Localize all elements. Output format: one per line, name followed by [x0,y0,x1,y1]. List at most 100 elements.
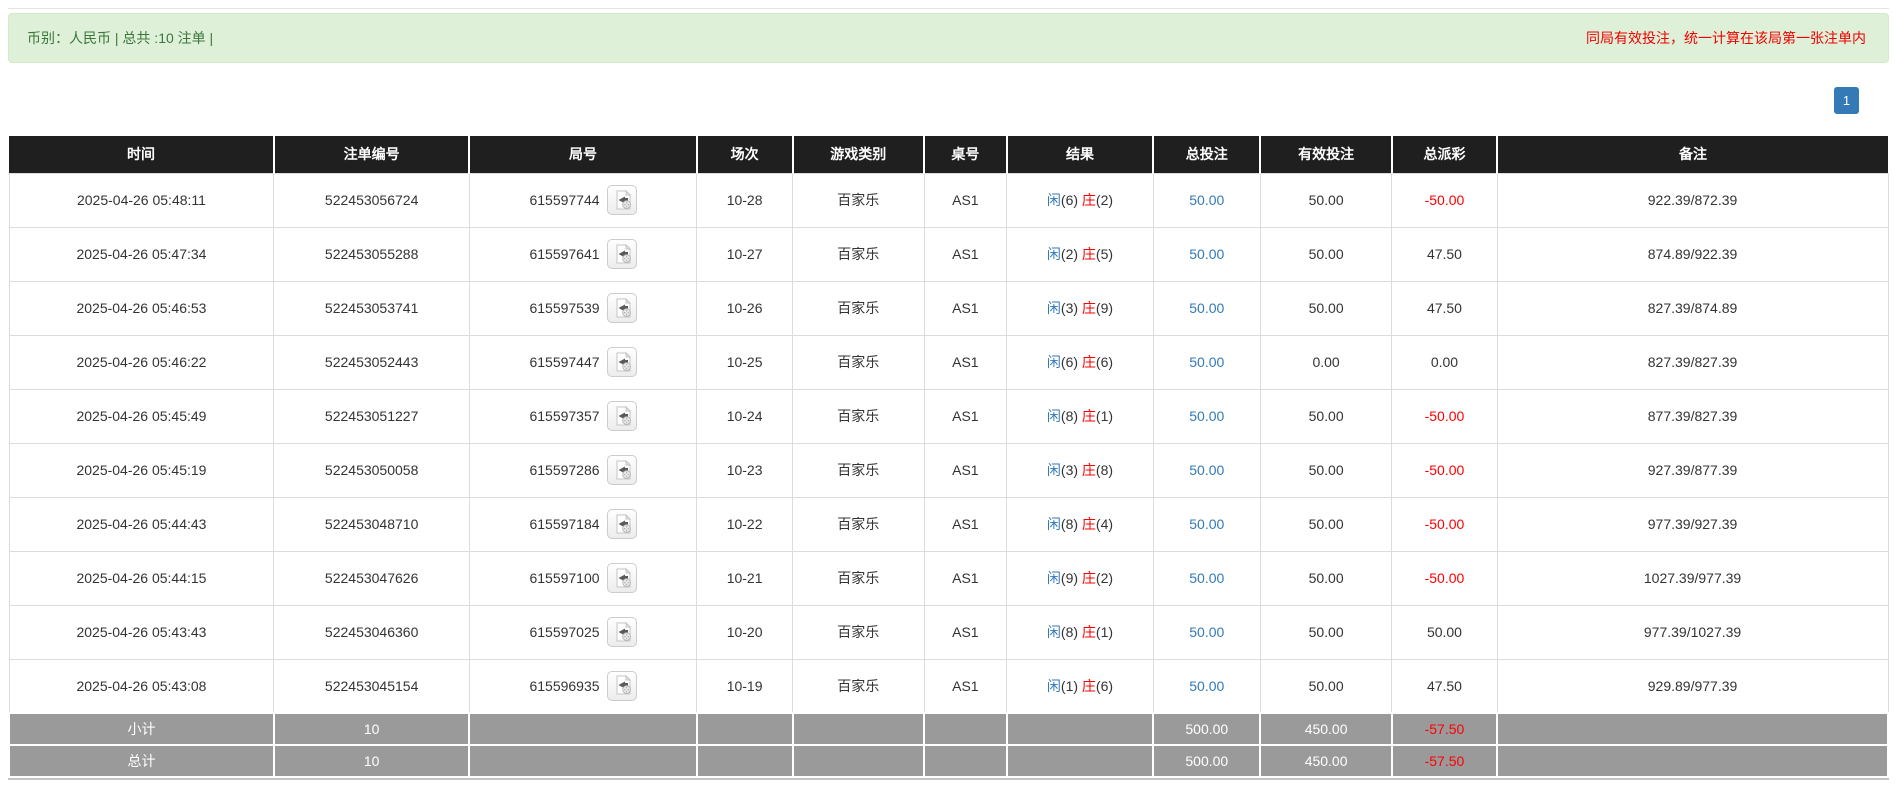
video-replay-icon [613,244,633,264]
cell-result: 闲(3) 庄(9) [1007,281,1154,335]
col-result: 结果 [1007,136,1154,173]
round-number: 615597539 [529,300,599,316]
cell-game-type: 百家乐 [793,497,925,551]
cell-game-type: 百家乐 [793,389,925,443]
total-bet-link[interactable]: 50.00 [1189,678,1224,694]
cell-valid-bet: 50.00 [1260,659,1392,713]
cell-table-no: AS1 [924,605,1007,659]
video-replay-button[interactable] [607,671,637,701]
video-replay-button[interactable] [607,617,637,647]
cell-payout: -50.00 [1392,389,1497,443]
round-number: 615596935 [529,678,599,694]
video-replay-button[interactable] [607,239,637,269]
cell-result: 闲(6) 庄(2) [1007,173,1154,227]
col-round-no: 局号 [469,136,696,173]
cell-remark: 827.39/874.89 [1497,281,1888,335]
pagination-page-1[interactable]: 1 [1834,87,1859,114]
cell-game-type: 百家乐 [793,173,925,227]
table-row: 2025-04-26 05:43:08 522453045154 6155969… [9,659,1888,713]
cell-valid-bet: 0.00 [1260,335,1392,389]
round-number: 615597286 [529,462,599,478]
cell-round-no: 615597744 [469,173,696,227]
empty-cell [469,713,696,745]
cell-result: 闲(6) 庄(6) [1007,335,1154,389]
total-bet-link[interactable]: 50.00 [1189,624,1224,640]
total-row: 总计 10 500.00 450.00 -57.50 [9,745,1888,777]
cell-bet-no: 522453046360 [274,605,469,659]
video-replay-button[interactable] [607,293,637,323]
banker-label: 庄 [1082,354,1096,370]
cell-total-bet: 50.00 [1153,227,1260,281]
banker-score: (5) [1096,246,1113,262]
subtotal-label: 小计 [9,713,274,745]
total-bet-link[interactable]: 50.00 [1189,408,1224,424]
cell-bet-no: 522453047626 [274,551,469,605]
total-bet-link[interactable]: 50.00 [1189,570,1224,586]
cell-result: 闲(8) 庄(1) [1007,605,1154,659]
cell-total-bet: 50.00 [1153,551,1260,605]
total-bet-link[interactable]: 50.00 [1189,300,1224,316]
cell-total-bet: 50.00 [1153,497,1260,551]
video-replay-icon [613,514,633,534]
cell-game-type: 百家乐 [793,281,925,335]
cell-session: 10-19 [697,659,793,713]
video-replay-button[interactable] [607,185,637,215]
col-session: 场次 [697,136,793,173]
table-row: 2025-04-26 05:46:22 522453052443 6155974… [9,335,1888,389]
cell-valid-bet: 50.00 [1260,281,1392,335]
total-count: 10 [274,745,469,777]
cell-table-no: AS1 [924,497,1007,551]
cell-result: 闲(8) 庄(4) [1007,497,1154,551]
video-replay-icon [613,352,633,372]
total-bet-link[interactable]: 50.00 [1189,246,1224,262]
video-replay-button[interactable] [607,347,637,377]
cell-total-bet: 50.00 [1153,659,1260,713]
cell-remark: 977.39/1027.39 [1497,605,1888,659]
total-bet-link[interactable]: 50.00 [1189,192,1224,208]
cell-remark: 929.89/977.39 [1497,659,1888,713]
cell-session: 10-26 [697,281,793,335]
video-replay-button[interactable] [607,509,637,539]
cell-bet-no: 522453051227 [274,389,469,443]
cell-time: 2025-04-26 05:46:22 [9,335,274,389]
total-bet-link[interactable]: 50.00 [1189,516,1224,532]
empty-cell [469,745,696,777]
cell-bet-no: 522453055288 [274,227,469,281]
cell-time: 2025-04-26 05:46:53 [9,281,274,335]
cell-round-no: 615597357 [469,389,696,443]
banker-label: 庄 [1082,516,1096,532]
cell-remark: 977.39/927.39 [1497,497,1888,551]
player-label: 闲 [1047,300,1061,316]
video-replay-icon [613,460,633,480]
cell-payout: 47.50 [1392,281,1497,335]
banker-label: 庄 [1082,678,1096,694]
cell-session: 10-21 [697,551,793,605]
banker-score: (1) [1096,624,1113,640]
table-header-row: 时间 注单编号 局号 场次 游戏类别 桌号 结果 总投注 有效投注 总派彩 备注 [9,136,1888,173]
player-label: 闲 [1047,192,1061,208]
col-table-no: 桌号 [924,136,1007,173]
cell-time: 2025-04-26 05:44:43 [9,497,274,551]
cell-time: 2025-04-26 05:45:19 [9,443,274,497]
player-label: 闲 [1047,408,1061,424]
total-bet-link[interactable]: 50.00 [1189,354,1224,370]
total-bet-link[interactable]: 50.00 [1189,462,1224,478]
empty-cell [697,745,793,777]
cell-game-type: 百家乐 [793,227,925,281]
currency-summary-text: 币别：人民币 | 总共 :10 注单 | [27,28,213,48]
player-score: (9) [1061,570,1078,586]
round-number: 615597025 [529,624,599,640]
cell-round-no: 615597286 [469,443,696,497]
video-replay-button[interactable] [607,455,637,485]
cell-session: 10-22 [697,497,793,551]
cell-remark: 922.39/872.39 [1497,173,1888,227]
banker-score: (2) [1096,192,1113,208]
cell-game-type: 百家乐 [793,659,925,713]
video-replay-icon [613,675,633,695]
video-replay-button[interactable] [607,563,637,593]
table-row: 2025-04-26 05:45:19 522453050058 6155972… [9,443,1888,497]
banker-score: (9) [1096,300,1113,316]
empty-cell [1007,745,1154,777]
video-replay-button[interactable] [607,401,637,431]
player-label: 闲 [1047,246,1061,262]
